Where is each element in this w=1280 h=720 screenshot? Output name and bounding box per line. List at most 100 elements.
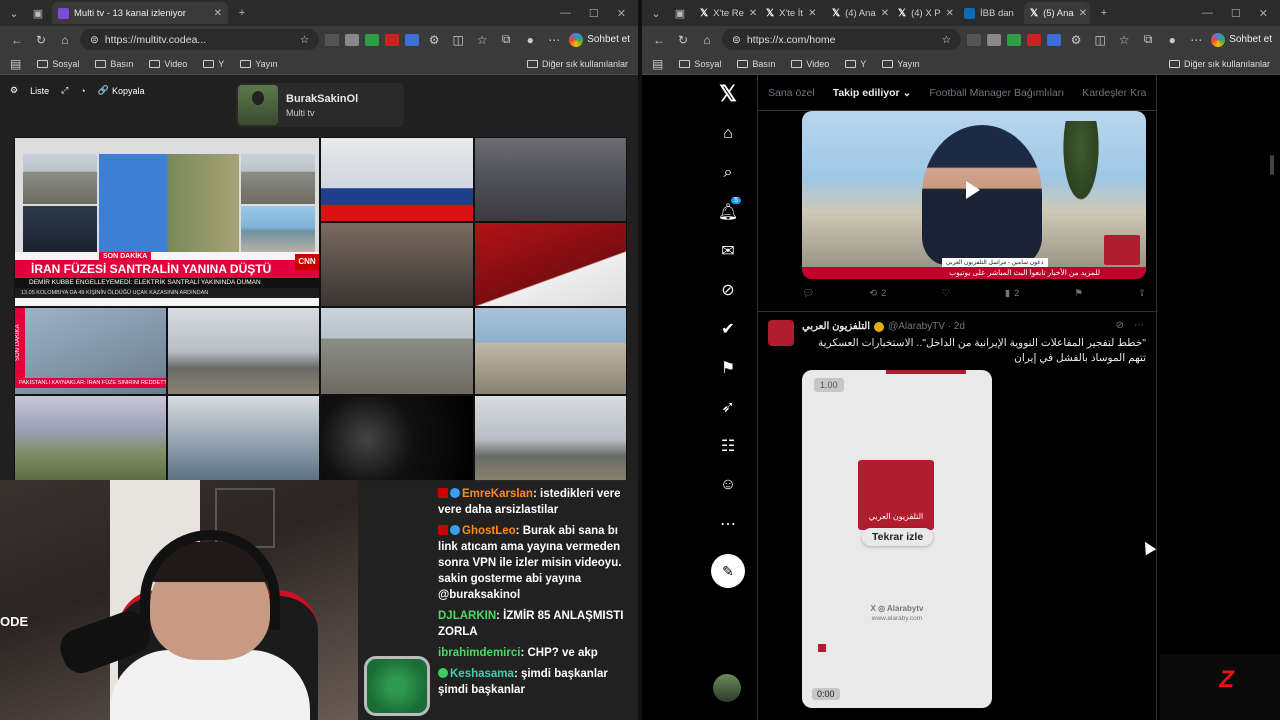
bookmark-folder[interactable]: Video [791,59,829,69]
copy-button[interactable]: 🔗 Kopyala [98,85,145,96]
tab-x[interactable]: 𝕏 X'te Re ✕ [694,2,756,24]
copilot-button[interactable]: Sohbet et [569,32,630,47]
extension-icon[interactable] [987,33,1002,46]
tab-ibb[interactable]: İBB dan ✕ [958,2,1020,24]
refresh-icon[interactable]: ↻ [674,33,692,47]
channel-tile[interactable] [474,395,627,483]
replay-button[interactable]: Tekrar izle [862,528,934,546]
views-button[interactable]: ▮ 2 [1005,288,1020,299]
url-field[interactable]: ⊜ https://multitv.codea... ☆ [80,29,320,50]
channel-tile[interactable] [320,307,474,395]
extension-icon[interactable] [325,33,340,46]
split-screen-icon[interactable]: ◫ [449,33,467,47]
bookmark-folder[interactable]: Sosyal [37,59,79,69]
bookmark-folder[interactable]: Video [149,59,187,69]
close-tab-icon[interactable]: ✕ [749,8,756,19]
workspaces-icon[interactable]: ▣ [28,3,48,23]
play-icon[interactable] [966,181,980,199]
search-icon[interactable]: ⌕ [715,160,741,186]
maximize-icon[interactable]: ☐ [1231,7,1241,20]
close-tab-icon[interactable]: ✕ [946,8,954,19]
extension-icon[interactable] [967,33,982,46]
home-icon[interactable]: ⌂ [715,121,741,147]
post[interactable]: التلفزيون العربي @AlarabyTV · 2d ⊘ ⋯ "خط… [758,311,1158,708]
share-icon[interactable]: ⇪ [1138,288,1146,299]
extension-icon[interactable] [1007,33,1022,46]
tab-following[interactable]: Takip ediliyor ⌄ [833,87,912,99]
reply-icon[interactable]: 💬︎ [802,288,814,299]
tab-x[interactable]: 𝕏 (4) X P ✕ [892,2,954,24]
tab-for-you[interactable]: Sana özel [768,87,815,99]
bookmark-folder[interactable]: Yayın [882,59,920,69]
more-icon[interactable]: ⋯ [1187,33,1205,47]
more-icon[interactable]: ⋯ [545,33,563,47]
like-icon[interactable]: ♡ [941,288,950,299]
bookmark-folder[interactable]: Basın [95,59,133,69]
favorite-star-icon[interactable]: ☆ [300,34,309,46]
bookmarks-icon[interactable]: ⚑ [715,355,741,381]
verified-icon[interactable]: ✔ [715,316,741,342]
close-tab-icon[interactable]: ✕ [1019,8,1020,19]
scrollbar[interactable] [1270,155,1274,175]
channel-tile[interactable] [474,307,627,395]
extension-icon[interactable] [385,33,400,46]
close-tab-icon[interactable]: ✕ [808,8,816,19]
other-favorites[interactable]: Diğer sık kullanılanlar [526,59,628,69]
bookmark-folder[interactable]: Yayın [240,59,278,69]
close-tab-icon[interactable]: ✕ [881,8,888,19]
post-handle[interactable]: @AlarabyTV · 2d [888,321,965,332]
back-icon[interactable]: ← [650,33,668,47]
close-tab-icon[interactable]: ✕ [1079,8,1087,19]
home-icon[interactable]: ⌂ [698,33,716,47]
avatar[interactable] [713,674,741,702]
channel-tile[interactable] [167,395,320,483]
avatar-icon[interactable]: ● [1163,33,1181,47]
notifications-icon[interactable]: 🔔︎ 5 [715,197,741,225]
grok-icon[interactable]: ⊘ [715,277,741,303]
tab-x[interactable]: 𝕏 (4) Ana ✕ [826,2,888,24]
extension-icon[interactable] [365,33,380,46]
channel-tile[interactable] [474,137,627,222]
avatar[interactable] [768,320,794,346]
channel-tile[interactable] [14,395,167,483]
messages-icon[interactable]: ✉ [715,238,741,264]
collections-icon[interactable]: ⧉ [1139,32,1157,47]
home-icon[interactable]: ⌂ [56,33,74,47]
timer-icon[interactable]: ◔ [80,86,85,96]
tab-menu-icon[interactable]: ⌄ [646,3,666,23]
favorite-star-icon[interactable]: ☆ [942,34,951,46]
favorites-icon[interactable]: ☆ [473,33,491,47]
settings-gear-icon[interactable]: ⚙ [10,85,18,96]
post-video[interactable]: دعون سامين - مراسل التلفزيون العربي للمز… [802,111,1146,279]
more-icon[interactable]: ⋯ [1134,320,1144,331]
channel-tile[interactable] [474,222,627,307]
maximize-icon[interactable]: ☐ [589,7,599,20]
new-tab-icon[interactable]: + [1094,3,1114,23]
extension-icon[interactable] [405,33,420,46]
fullscreen-icon[interactable]: ⤢ [61,85,68,96]
minimize-icon[interactable]: — [1202,7,1213,20]
grok-icon[interactable]: ⊘ [1116,320,1124,331]
avatar-icon[interactable]: ● [521,33,539,47]
repost-button[interactable]: ⟲ 2 [869,288,886,299]
close-window-icon[interactable]: ✕ [1259,7,1268,20]
x-logo-icon[interactable]: 𝕏 [715,81,741,107]
bookmark-icon[interactable]: ⚑ [1074,288,1083,299]
copilot-button[interactable]: Sohbet et [1211,32,1272,47]
back-icon[interactable]: ← [8,33,26,47]
post-author[interactable]: التلفزيون العربي [802,321,870,332]
list-button[interactable]: Liste [30,86,49,96]
playback-speed[interactable]: 1.00 [814,378,844,392]
tab-x[interactable]: 𝕏 X'te İt ✕ [760,2,822,24]
extension-icon[interactable] [1047,33,1062,46]
channel-tile[interactable]: SON DAKİKA PAKİSTANLI KAYNAKLAR: İRAN FÜ… [14,307,167,395]
close-tab-icon[interactable]: ✕ [214,8,222,19]
channel-tile-news-map[interactable]: SON DAKİKA İRAN FÜZESİ SANTRALİN YANINA … [14,137,320,307]
extension-icon[interactable] [345,33,360,46]
rocket-icon[interactable]: ➶ [715,394,741,420]
bookmarks-menu-icon[interactable]: ▤ [652,57,663,71]
bookmarks-menu-icon[interactable]: ▤ [10,57,21,71]
channel-tile[interactable] [320,395,474,483]
channel-tile[interactable] [320,137,474,222]
post-button[interactable]: ✎ [711,554,745,588]
